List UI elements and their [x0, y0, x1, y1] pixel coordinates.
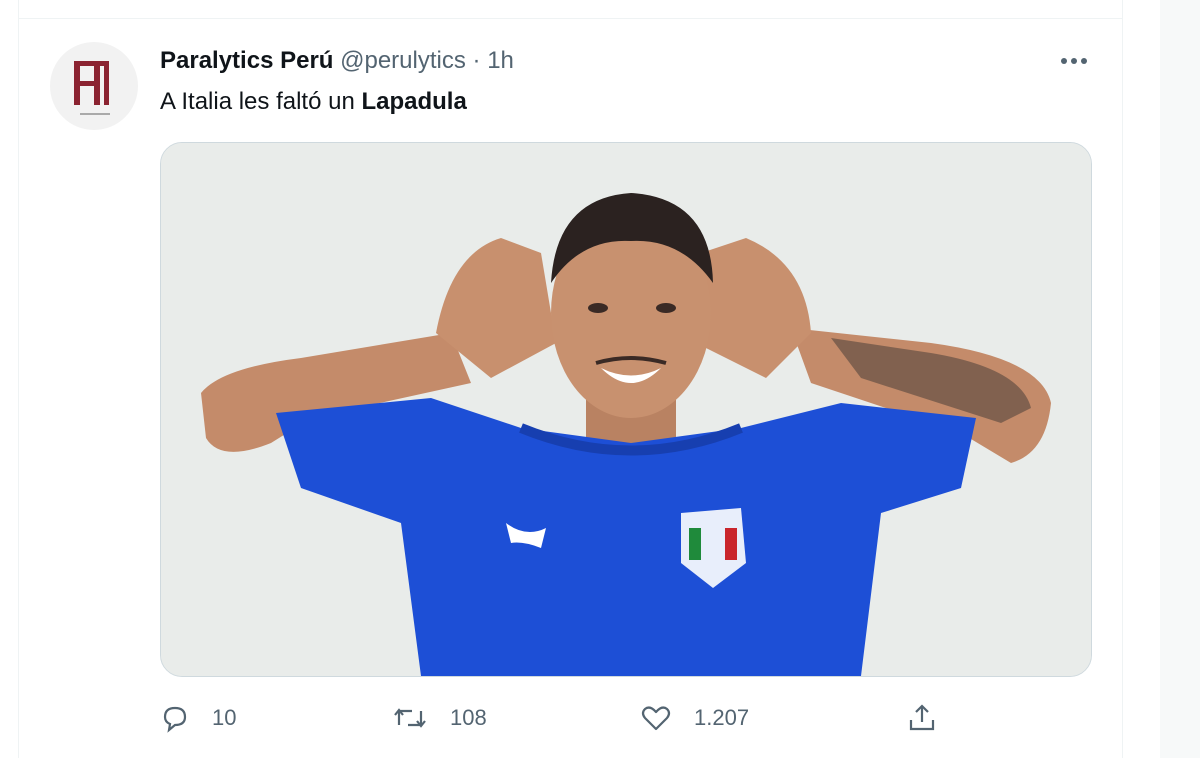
more-dots-icon [1061, 58, 1087, 64]
reply-button[interactable]: 10 [160, 700, 236, 736]
tweet-text-bold: Lapadula [361, 88, 467, 115]
tweet-media-photo[interactable] [160, 142, 1092, 677]
more-button[interactable] [1056, 46, 1092, 76]
like-button[interactable]: 1.207 [640, 700, 749, 736]
retweet-button[interactable]: 108 [392, 700, 487, 736]
tweet-text-plain: A Italia les faltó un [160, 88, 362, 115]
tweet-timestamp[interactable]: 1h [487, 47, 514, 74]
tweet-header: Paralytics Perú @perulytics · 1h [160, 46, 514, 76]
author-handle[interactable]: @perulytics [340, 47, 466, 74]
retweet-count: 108 [450, 705, 487, 730]
photo-illustration [161, 143, 1091, 676]
reply-count: 10 [212, 705, 237, 730]
paralytics-logo-icon [74, 61, 110, 115]
avatar[interactable] [50, 42, 138, 130]
author-name[interactable]: Paralytics Perú [160, 47, 333, 74]
share-icon [909, 704, 935, 731]
reply-icon [163, 706, 187, 733]
share-button[interactable] [906, 700, 960, 736]
timeline-left-border [18, 0, 19, 758]
retweet-icon [394, 708, 426, 728]
side-panel [1160, 0, 1200, 758]
like-count: 1.207 [694, 705, 750, 730]
tweet-text: A Italia les faltó un Lapadula [160, 87, 467, 117]
heart-icon [641, 706, 671, 731]
timeline-right-border [1122, 0, 1123, 758]
header-separator: · [472, 47, 481, 74]
timeline-divider [18, 18, 1122, 19]
